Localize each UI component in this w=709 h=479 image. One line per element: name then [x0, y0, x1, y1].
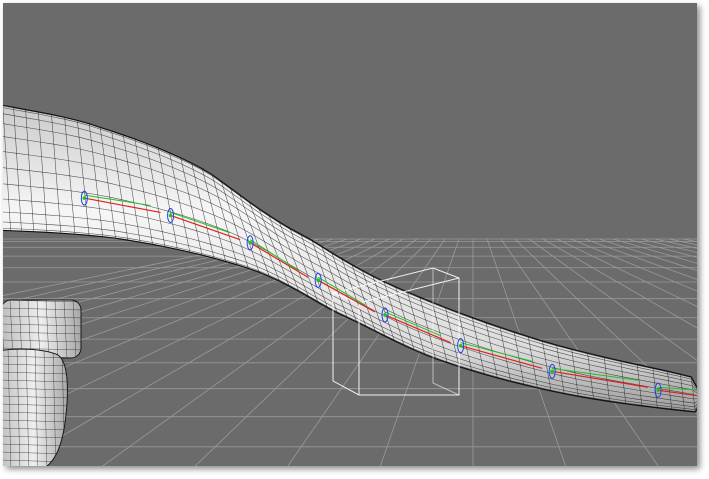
joint-pivot[interactable]	[168, 213, 173, 218]
joint-pivot[interactable]	[82, 196, 87, 200]
joint-pivot[interactable]	[383, 313, 387, 317]
joint-pivot[interactable]	[248, 240, 252, 245]
3d-viewport[interactable]	[3, 3, 697, 466]
viewport-canvas[interactable]	[3, 3, 697, 466]
joint-pivot[interactable]	[656, 388, 660, 393]
joint-pivot[interactable]	[458, 343, 463, 348]
joint-pivot[interactable]	[316, 278, 320, 283]
joint-pivot[interactable]	[550, 369, 554, 374]
viewport-frame	[3, 3, 697, 466]
